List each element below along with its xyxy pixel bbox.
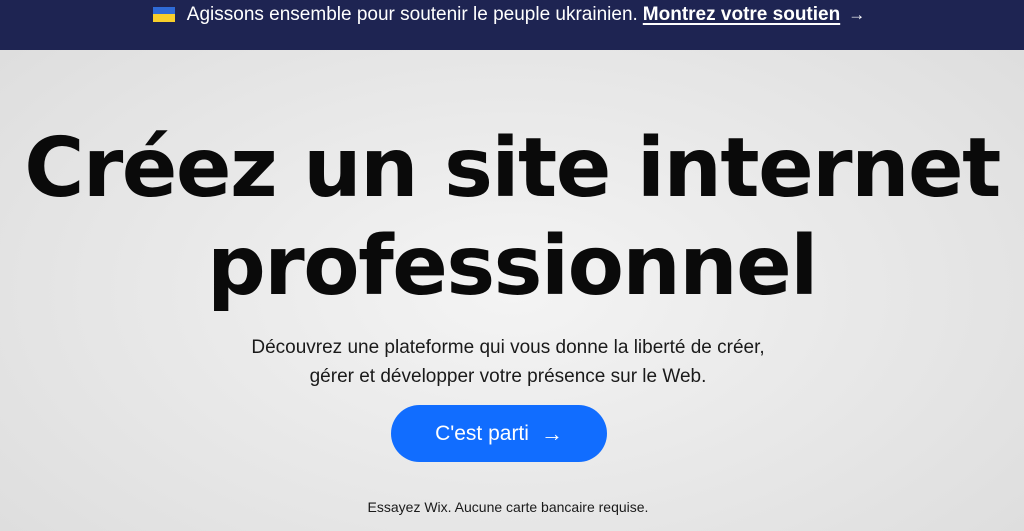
- arrow-right-icon[interactable]: →: [848, 2, 865, 28]
- support-banner-content: Agissons ensemble pour soutenir le peupl…: [152, 2, 865, 28]
- hero-title: Créez un site internet professionnel: [0, 120, 1024, 316]
- get-started-label: C'est parti: [435, 421, 529, 445]
- hero-title-line-2: professionnel: [207, 219, 818, 314]
- hero-subtitle-line-2: gérer et développer votre présence sur l…: [309, 366, 707, 387]
- hero-subtitle-line-1: Découvrez une plateforme qui vous donne …: [251, 337, 765, 358]
- show-support-link[interactable]: Montrez votre soutien: [643, 2, 840, 28]
- get-started-button[interactable]: C'est parti →: [391, 405, 607, 462]
- ukraine-flag-icon: [152, 6, 175, 22]
- support-banner: Agissons ensemble pour soutenir le peupl…: [0, 0, 1024, 50]
- arrow-right-icon: →: [540, 420, 563, 446]
- hero-subtitle: Découvrez une plateforme qui vous donne …: [0, 333, 1016, 391]
- banner-message: Agissons ensemble pour soutenir le peupl…: [186, 4, 638, 25]
- no-credit-card-note: Essayez Wix. Aucune carte bancaire requi…: [367, 499, 649, 515]
- hero-title-line-1: Créez un site internet: [24, 121, 1001, 216]
